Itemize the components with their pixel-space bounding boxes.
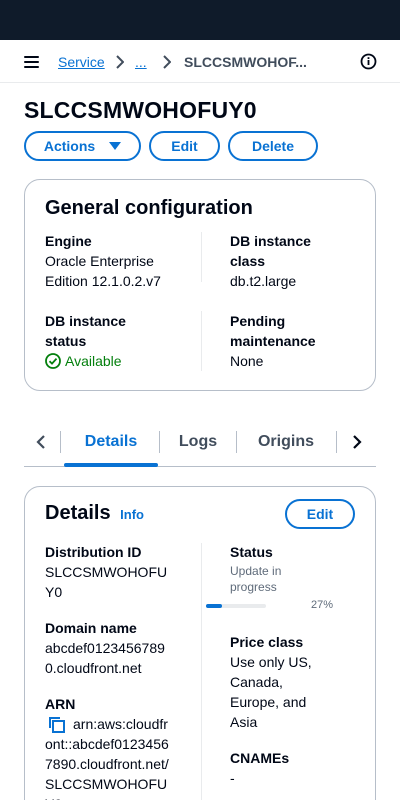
top-bar bbox=[0, 0, 400, 40]
tab-bar: Details Logs Origins bbox=[24, 419, 376, 467]
distribution-id-value: SLCCSMWOHOFUY0 bbox=[45, 564, 168, 600]
progress-fill bbox=[206, 604, 223, 608]
instance-status-text: Available bbox=[65, 353, 122, 369]
tab-details[interactable]: Details bbox=[64, 419, 158, 465]
instance-class-label: DB instance class bbox=[230, 233, 311, 269]
menu-icon[interactable] bbox=[24, 56, 39, 68]
instance-status-label: DB instance status bbox=[45, 313, 126, 349]
info-link[interactable]: Info bbox=[120, 507, 144, 522]
column-divider bbox=[201, 543, 202, 800]
success-check-icon bbox=[45, 353, 61, 369]
tab-separator bbox=[336, 431, 337, 453]
details-title: Details Info bbox=[45, 502, 144, 525]
pending-maintenance-value: None bbox=[230, 353, 264, 369]
instance-status-value: Available bbox=[45, 351, 122, 371]
progress-percent: 27% bbox=[311, 599, 334, 611]
tab-origins[interactable]: Origins bbox=[237, 419, 335, 465]
chevron-right-icon bbox=[163, 55, 171, 69]
instance-class-value: db.t2.large bbox=[230, 273, 297, 289]
scroll-right-icon[interactable] bbox=[352, 434, 362, 450]
pending-maintenance-label: Pending maintenance bbox=[230, 313, 316, 349]
cnames-label: CNAMEs bbox=[230, 750, 290, 766]
tab-logs[interactable]: Logs bbox=[160, 419, 236, 465]
chevron-right-icon bbox=[116, 55, 124, 69]
column-divider bbox=[201, 311, 202, 371]
actions-button[interactable]: Actions bbox=[24, 131, 141, 161]
page-title: SLCCSMWOHOFUY0 bbox=[24, 97, 257, 123]
caret-down-icon bbox=[109, 142, 122, 150]
status-value: Update in progress bbox=[230, 564, 282, 594]
status-progress-bar bbox=[206, 604, 266, 608]
details-card: Details Info Edit Distribution ID SLCCSM… bbox=[24, 486, 376, 800]
info-icon[interactable] bbox=[360, 53, 377, 70]
breadcrumb-current: SLCCSMWOHOF... bbox=[184, 54, 307, 70]
price-class-label: Price class bbox=[230, 634, 304, 650]
status-label: Status bbox=[230, 544, 273, 560]
domain-name-label: Domain name bbox=[45, 620, 137, 636]
arn-label: ARN bbox=[45, 696, 76, 712]
scroll-left-icon[interactable] bbox=[36, 434, 46, 450]
navigation-bar: Service ... SLCCSMWOHOF... bbox=[0, 41, 400, 83]
engine-value: Oracle Enterprise Edition 12.1.0.2.v7 bbox=[45, 253, 161, 289]
breadcrumb-ellipsis[interactable]: ... bbox=[135, 53, 147, 71]
details-title-text: Details bbox=[45, 502, 111, 524]
domain-name-value: abcdef01234567890.cloudfront.net bbox=[45, 640, 165, 676]
actions-label: Actions bbox=[43, 138, 96, 154]
details-edit-button[interactable]: Edit bbox=[285, 499, 355, 529]
column-divider bbox=[201, 232, 202, 282]
general-configuration-card: General configuration Engine Oracle Ente… bbox=[24, 179, 376, 391]
delete-button[interactable]: Delete bbox=[228, 131, 318, 161]
price-class-value: Use only US, Canada, Europe, and Asia bbox=[230, 654, 312, 730]
cnames-value: - bbox=[230, 770, 235, 786]
distribution-id-label: Distribution ID bbox=[45, 544, 142, 560]
breadcrumb-service[interactable]: Service bbox=[58, 53, 105, 71]
general-configuration-title: General configuration bbox=[45, 197, 253, 219]
arn-value: arn:aws:cloudfront::abcdef01234567890.cl… bbox=[45, 716, 169, 800]
engine-label: Engine bbox=[45, 233, 92, 249]
active-tab-indicator bbox=[64, 463, 158, 467]
edit-button[interactable]: Edit bbox=[149, 131, 220, 161]
tab-separator bbox=[60, 431, 61, 453]
